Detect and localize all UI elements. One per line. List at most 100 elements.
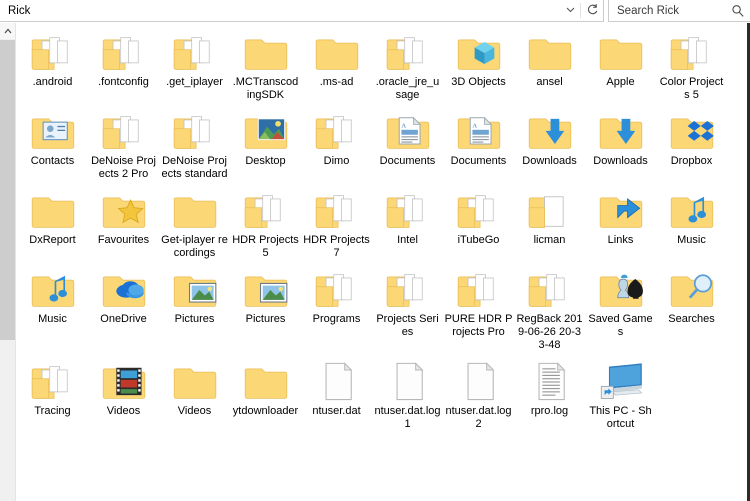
folder-item[interactable]: Favourites — [88, 181, 159, 260]
chevron-down-glyph — [566, 7, 574, 12]
folder-item[interactable]: DeNoise Projects 2 Pro — [88, 102, 159, 181]
folder-item[interactable]: .oracle_jre_usage — [372, 23, 443, 102]
folder-item[interactable]: Downloads — [514, 102, 585, 181]
folder-item[interactable]: Videos — [159, 352, 230, 431]
folder-item[interactable]: iTubeGo — [443, 181, 514, 260]
folder-glyph — [315, 39, 358, 70]
folder-glyph — [244, 118, 287, 149]
file-glyph — [325, 362, 352, 401]
folder-documents-icon: A — [384, 108, 432, 152]
item-label: RegBack 2019-06-26 20-33-48 — [516, 313, 583, 351]
folder-item[interactable]: Dropbox — [656, 102, 727, 181]
scrollbar-thumb[interactable] — [0, 40, 15, 340]
folder-item[interactable]: Programs — [301, 260, 372, 352]
folder-glyph — [457, 39, 500, 70]
folder-glyph — [386, 37, 423, 70]
folder-item[interactable]: .get_iplayer — [159, 23, 230, 102]
chevron-down-icon[interactable] — [560, 5, 580, 17]
folder-pictures-icon — [171, 266, 219, 310]
file-item[interactable]: ntuser.dat.log2 — [443, 352, 514, 431]
folder-item[interactable]: A Documents — [443, 102, 514, 181]
item-label: Saved Games — [588, 313, 653, 338]
folder-glyph — [244, 368, 287, 399]
search-box[interactable]: Search Rick — [608, 0, 750, 22]
folder-item[interactable]: Pictures — [230, 260, 301, 352]
folder-music-icon — [668, 187, 716, 231]
folder-item[interactable]: .fontconfig — [88, 23, 159, 102]
shortcut-item[interactable]: This PC - Shortcut — [585, 352, 656, 431]
file-item[interactable]: ntuser.dat.log1 — [372, 352, 443, 431]
folder-glyph — [244, 276, 287, 307]
item-label: Music — [677, 234, 706, 246]
folder-item[interactable]: Tracing — [17, 352, 88, 431]
folder-item[interactable]: .android — [17, 23, 88, 102]
folder-glyph — [31, 37, 68, 70]
folder-item[interactable]: HDR Projects 7 — [301, 181, 372, 260]
folder-item[interactable]: PURE HDR Projects Pro — [443, 260, 514, 352]
item-label: Links — [607, 234, 634, 246]
item-label: Videos — [106, 405, 141, 417]
file-glyph — [467, 362, 494, 401]
folder-item[interactable]: 3D Objects — [443, 23, 514, 102]
folder-papers-icon — [313, 187, 361, 231]
folder-item[interactable]: Music — [656, 181, 727, 260]
folder-item[interactable]: Dimo — [301, 102, 372, 181]
folder-item[interactable]: Intel — [372, 181, 443, 260]
folder-glyph: A — [386, 116, 429, 149]
search-icon[interactable] — [726, 4, 750, 18]
folder-glyph — [670, 37, 707, 70]
folder-item[interactable]: .ms-ad — [301, 23, 372, 102]
item-label: Dropbox — [670, 155, 713, 167]
address-bar[interactable]: Rick — [0, 0, 604, 22]
folder-item[interactable]: Music — [17, 260, 88, 352]
folder-item[interactable]: ansel — [514, 23, 585, 102]
folder-papers-icon — [313, 108, 361, 152]
folder-item[interactable]: Desktop — [230, 102, 301, 181]
address-path-text[interactable]: Rick — [0, 5, 560, 17]
folder-papers-icon — [384, 266, 432, 310]
refresh-icon[interactable] — [580, 3, 603, 18]
item-label: Documents — [379, 155, 436, 167]
folder-item[interactable]: Color Projects 5 — [656, 23, 727, 102]
item-label: Get-iplayer recordings — [161, 234, 228, 259]
item-label: This PC - Shortcut — [589, 405, 652, 430]
folder-glyph — [670, 118, 714, 149]
folder-item[interactable]: Searches — [656, 260, 727, 352]
folder-item[interactable]: ytdownloader — [230, 352, 301, 431]
folder-papers-icon — [668, 29, 716, 73]
folder-item[interactable]: licman — [514, 181, 585, 260]
folder-item[interactable]: DeNoise Projects standard — [159, 102, 230, 181]
folder-item[interactable]: Contacts — [17, 102, 88, 181]
folder-paper-single-icon — [526, 187, 574, 231]
item-label: Desktop — [245, 155, 286, 167]
item-label: .android — [32, 76, 73, 88]
folder-downloads-icon — [526, 108, 574, 152]
folder-papers-icon — [313, 266, 361, 310]
explorer-toolbar: Rick Search Rick — [0, 0, 750, 22]
folder-item[interactable]: HDR Projects 5 — [230, 181, 301, 260]
item-label: Dimo — [323, 155, 350, 167]
folder-item[interactable]: A Documents — [372, 102, 443, 181]
item-label: Color Projects 5 — [659, 76, 724, 101]
folder-item[interactable]: Downloads — [585, 102, 656, 181]
folder-item[interactable]: Apple — [585, 23, 656, 102]
folder-item[interactable]: Saved Games — [585, 260, 656, 352]
folder-item[interactable]: RegBack 2019-06-26 20-33-48 — [514, 260, 585, 352]
folder-item[interactable]: OneDrive — [88, 260, 159, 352]
folder-item[interactable]: Videos — [88, 352, 159, 431]
search-input[interactable]: Search Rick — [609, 5, 726, 17]
folder-glyph — [386, 274, 423, 307]
folder-item[interactable]: Get-iplayer recordings — [159, 181, 230, 260]
folder-item[interactable]: .MCTranscodingSDK — [230, 23, 301, 102]
folder-item[interactable]: Projects Series — [372, 260, 443, 352]
folder-item[interactable]: Pictures — [159, 260, 230, 352]
folder-item[interactable]: Links — [585, 181, 656, 260]
file-item[interactable]: ntuser.dat — [301, 352, 372, 431]
folder-papers-icon — [171, 29, 219, 73]
folder-3d-cube-icon — [455, 29, 503, 73]
folder-item[interactable]: DxReport — [17, 181, 88, 260]
vertical-scrollbar[interactable] — [0, 23, 16, 501]
file-item[interactable]: rpro.log — [514, 352, 585, 431]
scroll-up-arrow-icon[interactable] — [0, 23, 15, 39]
folder-glyph: A — [457, 116, 500, 149]
